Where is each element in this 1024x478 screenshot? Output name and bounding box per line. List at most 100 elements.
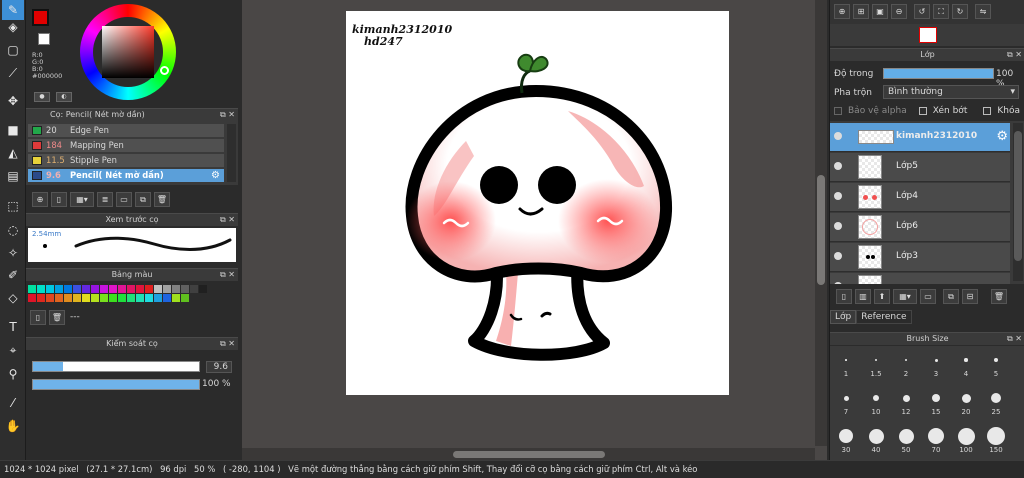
palette-swatch[interactable]: [91, 294, 99, 302]
move-tool-icon[interactable]: ✥: [2, 91, 24, 111]
palette-swatch[interactable]: [181, 285, 189, 293]
palette-swatch[interactable]: [28, 285, 36, 293]
saturation-value-square[interactable]: [102, 26, 154, 78]
flip-icon[interactable]: ⇋: [975, 4, 991, 19]
text-tool-icon[interactable]: T: [2, 317, 24, 337]
brush-size-preset[interactable]: 100: [952, 426, 980, 454]
layer-item[interactable]: Lớp3: [830, 243, 1010, 272]
actual-size-icon[interactable]: ▣: [872, 4, 888, 19]
palette-swatch[interactable]: [109, 294, 117, 302]
layer-settings-gear-icon[interactable]: ⚙: [996, 129, 1008, 144]
tab-reference[interactable]: Reference: [856, 310, 912, 324]
gradient-tool-icon[interactable]: ▤: [2, 166, 24, 186]
new-layer-icon[interactable]: ▯: [836, 289, 852, 304]
canvas-horizontal-scroll-thumb[interactable]: [453, 451, 605, 458]
layer-item[interactable]: Lớp6: [830, 213, 1010, 242]
palette-swatch[interactable]: [37, 294, 45, 302]
brush-size-preset[interactable]: 25: [982, 388, 1010, 416]
brush-size-preset[interactable]: 3: [922, 350, 950, 378]
panel-close-icon[interactable]: ⧉ ✕: [220, 338, 235, 350]
panel-close-icon[interactable]: ⧉ ✕: [220, 214, 235, 226]
layer-visibility-icon[interactable]: [834, 222, 842, 230]
brush-item-stipple-pen[interactable]: 11.5 Stipple Pen: [28, 154, 224, 168]
layer-visibility-icon[interactable]: [834, 162, 842, 170]
navigator-preview[interactable]: [830, 24, 1024, 46]
lock-checkbox[interactable]: [983, 107, 992, 115]
zoom-fit-icon[interactable]: ⊞: [853, 4, 869, 19]
hue-handle[interactable]: [160, 66, 169, 75]
bucket-tool-icon[interactable]: ◭: [2, 143, 24, 163]
brush-size-preset[interactable]: 1: [832, 350, 860, 378]
panel-close-icon[interactable]: ⧉ ✕: [1007, 333, 1022, 345]
palette-swatch[interactable]: [136, 294, 144, 302]
brush-folder-button[interactable]: ▭: [116, 192, 132, 207]
brush-item-mapping-pen[interactable]: 184 Mapping Pen: [28, 139, 224, 153]
delete-palette-button[interactable]: 🗑: [49, 310, 65, 325]
brush-tool-icon[interactable]: ⟋: [2, 63, 24, 83]
layer-item[interactable]: Lớp4: [830, 183, 1010, 212]
palette-swatch[interactable]: [163, 285, 171, 293]
brush-size-preset[interactable]: 50: [892, 426, 920, 454]
eyedropper-tool-icon[interactable]: ⚲: [2, 364, 24, 384]
layer-menu-icon[interactable]: ▦▾: [893, 289, 917, 304]
operation-tool-icon[interactable]: ⌖: [2, 340, 24, 360]
canvas-horizontal-scrollbar[interactable]: [242, 448, 815, 460]
palette-swatch[interactable]: [199, 285, 207, 293]
color-wheel[interactable]: [80, 4, 176, 100]
brush-settings-gear-icon[interactable]: ⚙: [211, 169, 220, 182]
palette-swatch[interactable]: [46, 294, 54, 302]
palette-swatch[interactable]: [136, 285, 144, 293]
protect-alpha-checkbox[interactable]: [834, 107, 842, 115]
panel-close-icon[interactable]: ⧉ ✕: [220, 269, 235, 281]
zoom-out-icon[interactable]: ⊖: [891, 4, 907, 19]
palette-swatch[interactable]: [64, 294, 72, 302]
brush-size-preset[interactable]: 2: [892, 350, 920, 378]
palette-swatch[interactable]: [46, 285, 54, 293]
brush-size-preset[interactable]: 7: [832, 388, 860, 416]
new-halftone-layer-icon[interactable]: ▥: [855, 289, 871, 304]
rotate-left-icon[interactable]: ↺: [914, 4, 930, 19]
layer-list-scrollbar[interactable]: [1013, 123, 1023, 281]
canvas-area[interactable]: kimanh2312010 hd247: [242, 0, 827, 460]
palette-swatch[interactable]: [127, 285, 135, 293]
fill-rect-tool-icon[interactable]: ■: [2, 120, 24, 140]
brush-size-value[interactable]: 9.6: [206, 361, 232, 373]
rectangle-select-tool-icon[interactable]: ▢: [2, 40, 24, 60]
palette-swatch[interactable]: [73, 285, 81, 293]
layer-item[interactable]: [830, 273, 1010, 284]
panel-close-icon[interactable]: ⧉ ✕: [220, 109, 235, 121]
brush-size-preset[interactable]: 70: [922, 426, 950, 454]
new-8bit-layer-icon[interactable]: ⬆: [874, 289, 890, 304]
palette-swatch[interactable]: [145, 294, 153, 302]
foreground-color-swatch[interactable]: [32, 9, 49, 26]
palette-swatch[interactable]: [82, 294, 90, 302]
brush-item-edge-pen[interactable]: 20 Edge Pen: [28, 124, 224, 138]
layer-opacity-slider[interactable]: [883, 68, 994, 79]
palette-swatch[interactable]: [118, 294, 126, 302]
palette-swatch[interactable]: [190, 285, 198, 293]
blend-mode-select[interactable]: Bình thường ▾: [883, 85, 1019, 99]
eraser-tool-icon[interactable]: ◈: [2, 17, 24, 37]
fit-window-icon[interactable]: ⛶: [933, 4, 949, 19]
drawing-canvas[interactable]: kimanh2312010 hd247: [346, 11, 729, 395]
add-brush-button[interactable]: ⊕: [32, 192, 48, 207]
palette-swatch[interactable]: [91, 285, 99, 293]
tab-layer[interactable]: Lớp: [830, 310, 857, 324]
palette-swatch[interactable]: [118, 285, 126, 293]
palette-swatch[interactable]: [73, 294, 81, 302]
select-pen-tool-icon[interactable]: ✐: [2, 265, 24, 285]
palette-swatch[interactable]: [163, 294, 171, 302]
select-eraser-tool-icon[interactable]: ◇: [2, 288, 24, 308]
brush-size-preset[interactable]: 150: [982, 426, 1010, 454]
palette-swatch[interactable]: [181, 294, 189, 302]
zoom-in-icon[interactable]: ⊕: [834, 4, 850, 19]
delete-brush-button[interactable]: 🗑: [154, 192, 170, 207]
canvas-vertical-scroll-thumb[interactable]: [817, 175, 825, 285]
layer-visibility-icon[interactable]: [834, 252, 842, 260]
magic-wand-tool-icon[interactable]: ✧: [2, 243, 24, 263]
brush-size-preset[interactable]: 12: [892, 388, 920, 416]
brush-opacity-slider[interactable]: [32, 379, 200, 390]
palette-swatch[interactable]: [28, 294, 36, 302]
brush-menu-button[interactable]: ▦▾: [70, 192, 94, 207]
palette-swatch[interactable]: [100, 294, 108, 302]
